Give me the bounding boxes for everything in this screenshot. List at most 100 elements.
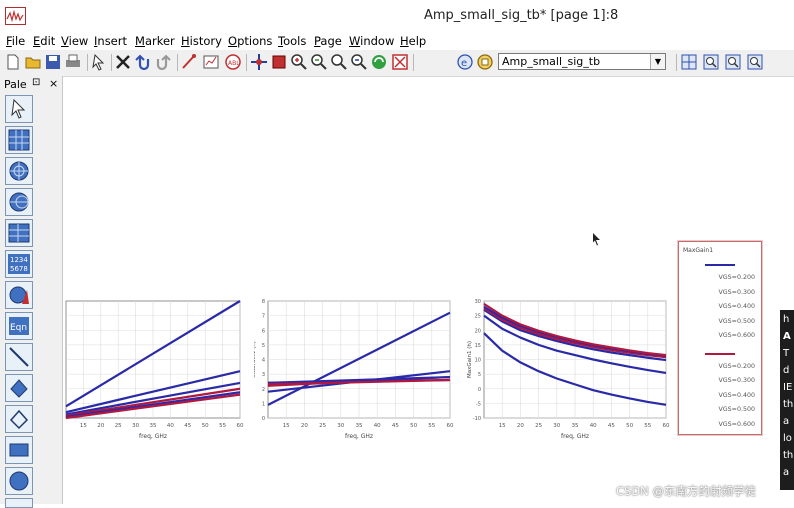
save-icon[interactable] — [44, 53, 62, 71]
menu-bar: File Edit View Insert Marker History Options To… — [0, 32, 794, 50]
refresh-icon[interactable] — [370, 53, 388, 71]
menu-page[interactable]: Page — [314, 34, 342, 48]
delete-icon[interactable] — [114, 53, 132, 71]
x-tick-label: 55 — [428, 423, 435, 429]
legend-entry: VGS=0.200 — [718, 362, 756, 370]
palette-antenna-plot-button[interactable] — [5, 281, 33, 309]
palette-numeric-button[interactable]: 1234 5678 — [5, 250, 33, 278]
y-axis-label: MaxGain1 (h) — [467, 341, 473, 378]
menu-tools[interactable]: Tools — [278, 34, 306, 48]
watermark: CSDN @东南方的射频学徒 — [616, 484, 756, 498]
app-logo-icon — [5, 7, 26, 25]
window-title: Amp_small_sig_tb* [page 1]:8 — [424, 8, 619, 23]
stop-icon[interactable] — [391, 53, 409, 71]
palette-equation-button[interactable]: Eqn — [5, 312, 33, 340]
tooltip-text: A — [783, 331, 791, 342]
y-tick-label: -10 — [473, 416, 481, 422]
insert-label-icon[interactable]: ABL — [224, 53, 242, 71]
svg-text:ABL: ABL — [228, 60, 240, 67]
dataset-dropdown[interactable]: Amp_small_sig_tb ▼ — [498, 53, 666, 70]
legend-entry: VGS=0.200 — [718, 274, 756, 281]
x-tick-label: 45 — [184, 423, 191, 429]
zoom-all-icon[interactable] — [746, 53, 764, 71]
grid-layout-icon[interactable] — [680, 53, 698, 71]
pin-icon[interactable]: ⊡ — [32, 77, 40, 88]
palette-list-button[interactable] — [5, 219, 33, 247]
zoom-previous-icon[interactable] — [350, 53, 368, 71]
x-tick-label: 20 — [301, 423, 308, 429]
zoom-selection-icon[interactable] — [724, 53, 742, 71]
y-tick-label: 7 — [262, 314, 265, 320]
tooltip-text: th — [783, 399, 794, 410]
x-tick-label: 35 — [572, 423, 579, 429]
zoom-fit-icon[interactable] — [330, 53, 348, 71]
x-tick-label: 50 — [626, 423, 633, 429]
x-axis-label: freq, GHz — [561, 433, 589, 440]
x-tick-label: 45 — [392, 423, 399, 429]
y-tick-label: 30 — [475, 299, 481, 305]
pan-icon[interactable] — [250, 53, 268, 71]
y-tick-label: 1 — [262, 401, 265, 407]
x-axis-label: freq, GHz — [345, 433, 373, 440]
legend-entry: VGS=0.300 — [718, 288, 756, 296]
palette-polygon-button[interactable] — [5, 405, 33, 433]
zoom-page-icon[interactable] — [702, 53, 720, 71]
x-tick-label: 40 — [590, 423, 597, 429]
redo-icon[interactable] — [154, 53, 172, 71]
insert-plot-icon[interactable] — [202, 53, 220, 71]
y-tick-label: 4 — [262, 358, 265, 364]
menu-insert[interactable]: Insert — [94, 34, 127, 48]
menu-history[interactable]: History — [181, 34, 222, 48]
palette-smith-chart-button[interactable] — [5, 188, 33, 216]
x-tick-label: 55 — [219, 423, 226, 429]
stabfact-plot[interactable]: 15 20 25 30 35 40 45 50 55 60012345678freq, GHzSt… — [254, 296, 456, 442]
y-tick-label: 3 — [262, 372, 265, 378]
gain-vs-freq-plot[interactable]: 15 20 25 30 35 40 45 50 55 60 freq, GHz — [63, 296, 250, 442]
close-icon[interactable]: × — [49, 77, 58, 90]
zoom-out-icon[interactable] — [310, 53, 328, 71]
menu-options[interactable]: Options — [228, 34, 272, 48]
select-arrow-icon[interactable] — [90, 53, 108, 71]
dataset-icon[interactable] — [476, 53, 494, 71]
y-tick-label: 15 — [475, 343, 481, 349]
legend-title: MaxGain1 — [683, 247, 714, 254]
y-tick-label: 10 — [475, 358, 481, 364]
palette-circle-button[interactable] — [5, 467, 33, 495]
legend-entry: VGS=0.400 — [718, 303, 756, 310]
zoom-box-icon[interactable] — [270, 53, 288, 71]
menu-view[interactable]: View — [61, 34, 88, 48]
zoom-in-icon[interactable] — [290, 53, 308, 71]
undo-icon[interactable] — [134, 53, 152, 71]
maxgain-plot[interactable]: 15 20 25 30 35 40 45 50 55 60-10-5051015202530fre… — [452, 296, 672, 442]
y-tick-label: 0 — [478, 387, 481, 393]
palette-panel: Pale ⊡ × 1234 5678 Eqn — [0, 76, 63, 508]
open-folder-icon[interactable] — [24, 53, 42, 71]
equation-icon[interactable]: e — [456, 53, 474, 71]
menu-help[interactable]: Help — [400, 34, 426, 48]
palette-rectangle-button[interactable] — [5, 436, 33, 464]
x-tick-label: 60 — [237, 423, 244, 429]
menu-edit[interactable]: Edit — [33, 34, 55, 48]
print-icon[interactable] — [64, 53, 82, 71]
tooltip-text: d — [783, 365, 790, 376]
menu-marker[interactable]: Marker — [135, 34, 175, 48]
palette-line-button[interactable] — [5, 343, 33, 371]
y-tick-label: 5 — [262, 343, 265, 349]
new-file-icon[interactable] — [4, 53, 22, 71]
palette-triangle-button[interactable] — [5, 498, 33, 508]
menu-file[interactable]: File — [6, 34, 25, 48]
palette-rect-plot-button[interactable] — [5, 126, 33, 154]
x-tick-label: 50 — [202, 423, 209, 429]
menu-window[interactable]: Window — [349, 34, 394, 48]
y-tick-label: -5 — [476, 401, 481, 407]
insert-wire-icon[interactable] — [180, 53, 198, 71]
y-tick-label: 25 — [475, 314, 481, 320]
x-tick-label: 40 — [167, 423, 174, 429]
palette-polyline-button[interactable] — [5, 374, 33, 402]
y-tick-label: 8 — [262, 299, 265, 305]
chevron-down-icon[interactable]: ▼ — [650, 54, 665, 69]
legend-entry: VGS=0.400 — [718, 391, 756, 399]
palette-polar-plot-button[interactable] — [5, 157, 33, 185]
toolbar: ABL e Amp_small_sig_tb ▼ — [0, 50, 794, 77]
palette-select-button[interactable] — [5, 95, 33, 123]
